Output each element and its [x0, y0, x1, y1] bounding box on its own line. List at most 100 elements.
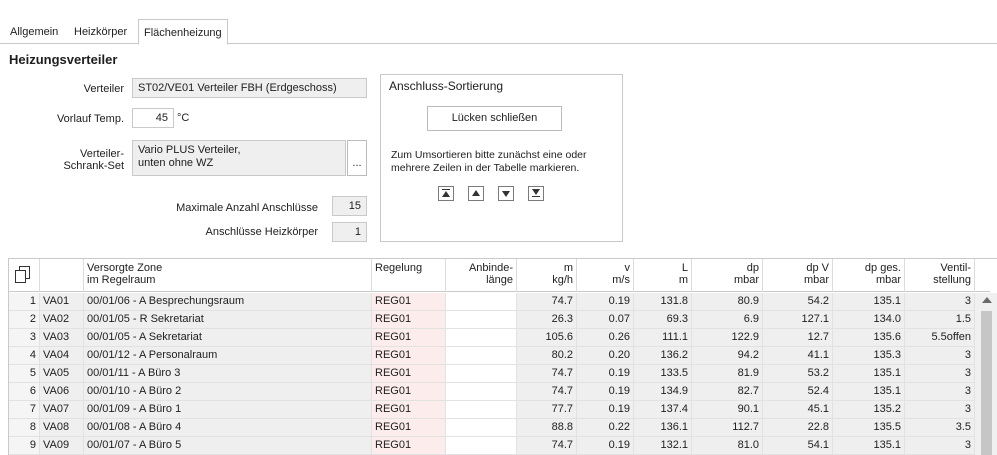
- cell-dpges: 135.5: [833, 419, 905, 437]
- cell-id: VA04: [40, 347, 84, 365]
- cell-regelung[interactable]: REG01: [372, 293, 446, 311]
- scroll-thumb[interactable]: [981, 311, 992, 455]
- cell-ventilstellung: 3: [905, 401, 975, 419]
- cell-dp: 6.9: [692, 311, 763, 329]
- cell-m: 74.7: [517, 365, 577, 383]
- header-dp-line1: dp: [746, 262, 759, 274]
- cell-v: 0.26: [577, 329, 634, 347]
- table-row[interactable]: 4 VA04 00/01/12 - A Personalraum REG01 80.2 0…: [9, 347, 975, 365]
- row-number: 9: [9, 437, 40, 455]
- tab-flaechenheizung[interactable]: Flächenheizung: [138, 19, 228, 45]
- cell-zone: 00/01/05 - A Sekretariat: [84, 329, 372, 347]
- header-zone-line1: Versorgte Zone: [87, 262, 163, 274]
- cell-dp: 122.9: [692, 329, 763, 347]
- header-dpges-line2: mbar: [875, 274, 901, 286]
- group-title: Anschluss-Sortierung: [389, 79, 504, 93]
- header-l-line1: L: [681, 262, 688, 274]
- cell-dpges: 135.1: [833, 293, 905, 311]
- table-row[interactable]: 8 VA08 00/01/08 - A Büro 4 REG01 88.8 0.22 136…: [9, 419, 975, 437]
- cell-regelung[interactable]: REG01: [372, 329, 446, 347]
- cell-l: 136.1: [634, 419, 692, 437]
- vertical-scrollbar[interactable]: [975, 293, 997, 455]
- cell-anbindelaenge[interactable]: [446, 383, 517, 401]
- max-anschluesse-label: Maximale Anzahl Anschlüsse: [176, 202, 318, 214]
- move-top-icon: [442, 189, 450, 197]
- move-down-button[interactable]: [498, 186, 514, 201]
- tab-heizkoerper[interactable]: Heizkörper: [69, 21, 132, 44]
- cell-v: 0.20: [577, 347, 634, 365]
- cell-id: VA08: [40, 419, 84, 437]
- header-l: Lm: [634, 259, 692, 292]
- header-anbinde-line2: länge: [486, 274, 513, 286]
- header-ventil-line1: Ventil-: [940, 262, 971, 274]
- cell-id: VA03: [40, 329, 84, 347]
- row-number: 5: [9, 365, 40, 383]
- cell-regelung[interactable]: REG01: [372, 365, 446, 383]
- table-row[interactable]: 3 VA03 00/01/05 - A Sekretariat REG01 105.6 0…: [9, 329, 975, 347]
- schrank-browse-button[interactable]: ...: [347, 140, 367, 176]
- max-anschluesse-field: 15: [332, 196, 367, 216]
- cell-regelung[interactable]: REG01: [372, 311, 446, 329]
- cell-regelung[interactable]: REG01: [372, 437, 446, 455]
- cell-anbindelaenge[interactable]: [446, 347, 517, 365]
- cell-id: VA06: [40, 383, 84, 401]
- cell-regelung[interactable]: REG01: [372, 419, 446, 437]
- cell-regelung[interactable]: REG01: [372, 401, 446, 419]
- table-row[interactable]: 5 VA05 00/01/11 - A Büro 3 REG01 74.7 0.19 133…: [9, 365, 975, 383]
- cell-ventilstellung: 5.5offen: [905, 329, 975, 347]
- move-top-button[interactable]: [438, 186, 454, 201]
- cell-m: 77.7: [517, 401, 577, 419]
- cell-regelung[interactable]: REG01: [372, 347, 446, 365]
- cell-l: 134.9: [634, 383, 692, 401]
- table-row[interactable]: 6 VA06 00/01/10 - A Büro 2 REG01 74.7 0.19 134…: [9, 383, 975, 401]
- cell-id: VA07: [40, 401, 84, 419]
- table-row[interactable]: 9 VA09 00/01/07 - A Büro 5 REG01 74.7 0.19 132…: [9, 437, 975, 455]
- header-zone-line2: im Regelraum: [87, 274, 156, 286]
- row-number: 4: [9, 347, 40, 365]
- cell-anbindelaenge[interactable]: [446, 419, 517, 437]
- cell-dpv: 53.2: [763, 365, 833, 383]
- scroll-up-icon[interactable]: [982, 297, 992, 303]
- cell-anbindelaenge[interactable]: [446, 437, 517, 455]
- tab-bar: Allgemein Heizkörper Flächenheizung: [0, 0, 997, 45]
- cell-anbindelaenge[interactable]: [446, 311, 517, 329]
- cell-v: 0.07: [577, 311, 634, 329]
- cell-anbindelaenge[interactable]: [446, 365, 517, 383]
- move-bottom-icon: [532, 189, 540, 197]
- cell-dpv: 22.8: [763, 419, 833, 437]
- header-v: v m/s: [577, 259, 634, 292]
- header-dpges: dp ges. mbar: [833, 259, 905, 292]
- cell-zone: 00/01/12 - A Personalraum: [84, 347, 372, 365]
- copy-column-header[interactable]: [9, 259, 40, 292]
- cell-zone: 00/01/05 - R Sekretariat: [84, 311, 372, 329]
- cell-dpges: 135.1: [833, 437, 905, 455]
- cell-id: VA01: [40, 293, 84, 311]
- cell-anbindelaenge[interactable]: [446, 329, 517, 347]
- table-row[interactable]: 2 VA02 00/01/05 - R Sekretariat REG01 26.3 0.…: [9, 311, 975, 329]
- cell-id: VA02: [40, 311, 84, 329]
- vorlauf-label: Vorlauf Temp.: [56, 113, 124, 125]
- cell-anbindelaenge[interactable]: [446, 293, 517, 311]
- cell-zone: 00/01/09 - A Büro 1: [84, 401, 372, 419]
- cell-dpv: 12.7: [763, 329, 833, 347]
- cell-dp: 81.0: [692, 437, 763, 455]
- header-anbinde-line1: Anbinde-: [468, 262, 513, 274]
- cell-zone: 00/01/06 - A Besprechungsraum: [84, 293, 372, 311]
- anschluesse-heizkoerper-field: 1: [332, 222, 367, 242]
- header-l-line2: m: [678, 274, 688, 286]
- move-bottom-button[interactable]: [528, 186, 544, 201]
- table-row[interactable]: 7 VA07 00/01/09 - A Büro 1 REG01 77.7 0.19 137…: [9, 401, 975, 419]
- vorlauf-temp-input[interactable]: 45: [132, 108, 174, 128]
- table-header: Versorgte Zone im Regelraum Regelung Anbi…: [9, 259, 990, 292]
- cell-dp: 82.7: [692, 383, 763, 401]
- tab-allgemein[interactable]: Allgemein: [5, 21, 63, 44]
- cell-dpges: 135.3: [833, 347, 905, 365]
- cell-regelung[interactable]: REG01: [372, 383, 446, 401]
- move-up-button[interactable]: [468, 186, 484, 201]
- move-down-icon: [502, 191, 510, 197]
- luecken-schliessen-button[interactable]: Lücken schließen: [427, 106, 562, 131]
- table-row[interactable]: 1 VA01 00/01/06 - A Besprechungsraum REG01 7…: [9, 293, 975, 311]
- cell-dp: 80.9: [692, 293, 763, 311]
- cell-anbindelaenge[interactable]: [446, 401, 517, 419]
- anschluesse-table: Versorgte Zone im Regelraum Regelung Anbi…: [8, 258, 997, 455]
